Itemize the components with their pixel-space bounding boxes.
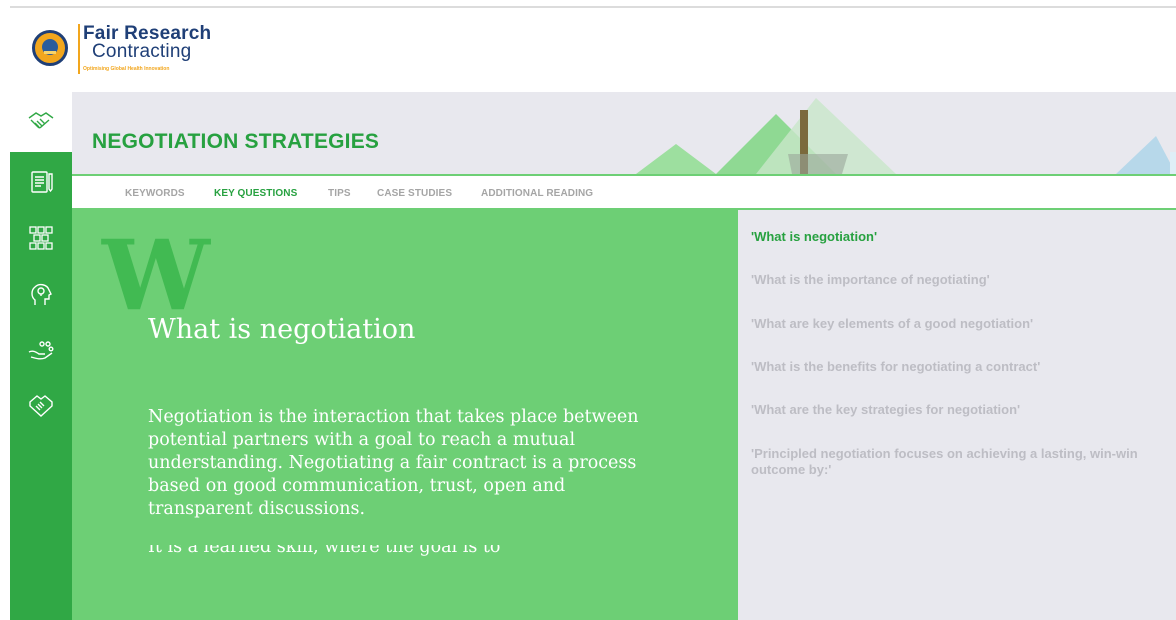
header: Fair Research Contracting Optimising Glo…: [10, 8, 1176, 92]
hand-people-icon: [28, 341, 54, 360]
answer-panel: W What is negotiation Negotiation is the…: [72, 210, 738, 620]
question-item-3[interactable]: 'What are key elements of a good negotia…: [751, 316, 1161, 332]
sidebar-item-handshake[interactable]: [10, 92, 72, 152]
network-icon: [29, 226, 53, 250]
answer-continuation-text: It is a learned skill, where the goal is…: [148, 545, 501, 557]
question-list: 'What is negotiation' 'What is the impor…: [738, 210, 1176, 620]
sidebar-item-agreement[interactable]: [10, 378, 72, 434]
question-item-4[interactable]: 'What is the benefits for negotiating a …: [751, 359, 1161, 375]
tab-tips[interactable]: TIPS: [328, 188, 351, 199]
app-frame: Fair Research Contracting Optimising Glo…: [10, 8, 1176, 620]
top-edge: [0, 0, 1176, 8]
handshake-icon: [28, 112, 54, 129]
question-item-6[interactable]: 'Principled negotiation focuses on achie…: [751, 446, 1161, 478]
sidebar-item-people[interactable]: [10, 322, 72, 378]
answer-continuation: It is a learned skill, where the goal is…: [148, 545, 568, 559]
question-item-5[interactable]: 'What are the key strategies for negotia…: [751, 402, 1161, 418]
head-idea-icon: [31, 283, 52, 305]
brand-tagline: Optimising Global Health Innovation: [83, 66, 170, 72]
logo-divider: [78, 24, 80, 74]
question-item-2[interactable]: 'What is the importance of negotiating': [751, 272, 1161, 288]
question-item-1[interactable]: 'What is negotiation': [751, 229, 1161, 245]
sidebar-item-documents[interactable]: [10, 154, 72, 210]
tab-case-studies[interactable]: CASE STUDIES: [377, 188, 452, 199]
brand-name-line2: Contracting: [92, 41, 192, 62]
sidebar-item-head[interactable]: [10, 266, 72, 322]
sidebar: [10, 92, 72, 620]
document-icon: [31, 171, 53, 193]
sidebar-item-network[interactable]: [10, 210, 72, 266]
tab-keywords[interactable]: KEYWORDS: [125, 188, 185, 199]
answer-title: What is negotiation: [148, 314, 416, 345]
agreement-icon: [29, 395, 53, 417]
tab-bar: KEYWORDS KEY QUESTIONS TIPS CASE STUDIES…: [72, 174, 1176, 210]
banner-illustration: [636, 98, 1176, 174]
brand-logo[interactable]: Fair Research Contracting Optimising Glo…: [83, 24, 211, 72]
dropcap-letter: W: [102, 219, 210, 332]
tab-additional-reading[interactable]: ADDITIONAL READING: [481, 188, 593, 199]
section-banner: NEGOTIATION STRATEGIES: [72, 92, 1176, 174]
answer-body: Negotiation is the interaction that take…: [148, 407, 639, 519]
seal-logo-icon[interactable]: [32, 30, 68, 66]
page-title: NEGOTIATION STRATEGIES: [92, 130, 380, 153]
tab-key-questions[interactable]: KEY QUESTIONS: [214, 188, 297, 199]
